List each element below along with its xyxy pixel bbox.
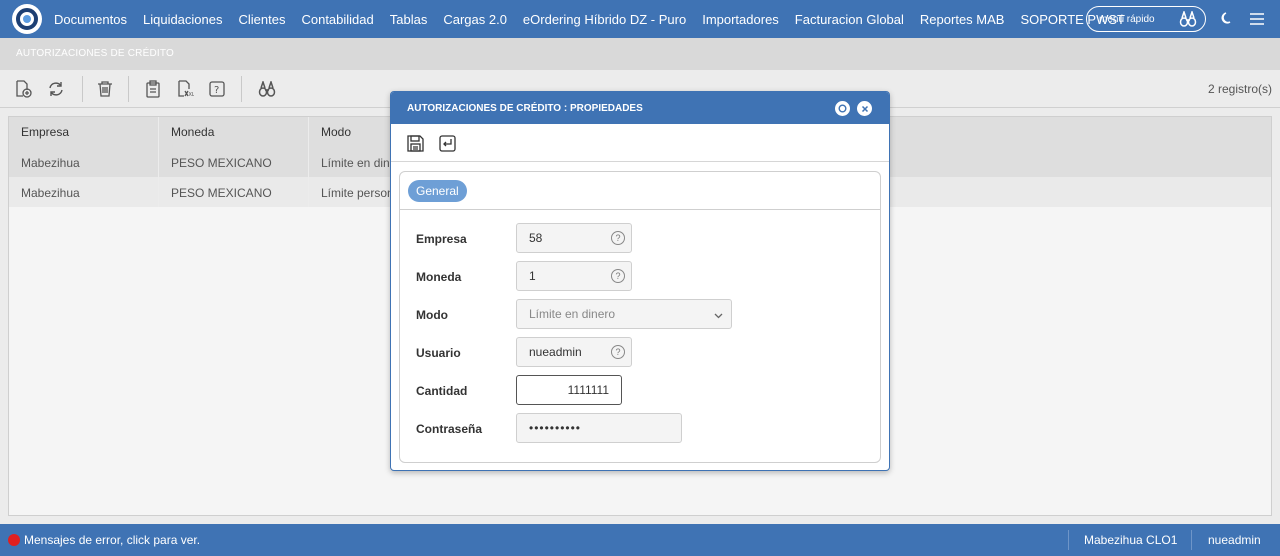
- column-header-moneda[interactable]: Moneda: [159, 117, 309, 147]
- moneda-value: 1: [529, 269, 536, 283]
- cell-empresa: Mabezihua: [9, 147, 159, 177]
- quick-menu-button[interactable]: menú rápido: [1086, 6, 1206, 32]
- tab-general[interactable]: General: [408, 180, 467, 202]
- status-bar: Mensajes de error, click para ver. Mabez…: [0, 524, 1280, 556]
- cell-moneda: PESO MEXICANO: [159, 177, 309, 207]
- help-icon[interactable]: ?: [208, 80, 226, 98]
- save-icon[interactable]: [407, 135, 424, 155]
- modo-select[interactable]: Límite en dinero: [516, 299, 732, 329]
- user-label[interactable]: nueadmin: [1208, 533, 1261, 547]
- quick-menu-label: menú rápido: [1099, 13, 1155, 25]
- dialog-title: AUTORIZACIONES DE CRÉDITO : PROPIEDADES: [407, 103, 643, 114]
- usuario-field[interactable]: nueadmin ?: [516, 337, 632, 367]
- empresa-value: 58: [529, 231, 543, 245]
- search-binoculars-icon[interactable]: [258, 80, 276, 98]
- app-logo[interactable]: [12, 4, 42, 34]
- hamburger-menu-icon[interactable]: [1249, 12, 1265, 29]
- help-icon[interactable]: ?: [611, 231, 625, 245]
- modo-label: Modo: [416, 308, 448, 322]
- error-messages-link[interactable]: Mensajes de error, click para ver.: [24, 533, 200, 547]
- dialog-header[interactable]: AUTORIZACIONES DE CRÉDITO : PROPIEDADES: [391, 92, 889, 124]
- usuario-label: Usuario: [416, 346, 461, 360]
- refresh-icon[interactable]: [47, 80, 65, 98]
- nav-item-liquidaciones[interactable]: Liquidaciones: [143, 12, 223, 27]
- help-icon[interactable]: ?: [611, 345, 625, 359]
- usuario-value: nueadmin: [529, 345, 582, 359]
- svg-text:XLS: XLS: [189, 92, 195, 98]
- password-field[interactable]: ••••••••••: [516, 413, 682, 443]
- record-count: 2 registro(s): [1207, 82, 1272, 96]
- contrasena-label: Contraseña: [416, 422, 483, 436]
- new-document-icon[interactable]: [14, 80, 32, 98]
- nav-item-clientes[interactable]: Clientes: [239, 12, 286, 27]
- maximize-icon[interactable]: [835, 101, 850, 116]
- nav-item-cargas[interactable]: Cargas 2.0: [443, 12, 507, 27]
- empresa-label: Empresa: [416, 232, 467, 246]
- svg-text:?: ?: [214, 85, 219, 96]
- empresa-field[interactable]: 58 ?: [516, 223, 632, 253]
- moneda-field[interactable]: 1 ?: [516, 261, 632, 291]
- chevron-down-icon: [714, 309, 723, 323]
- general-panel: General Empresa 58 ? Moneda 1 ? Modo Lím…: [399, 171, 881, 463]
- moneda-label: Moneda: [416, 270, 462, 284]
- close-icon[interactable]: [857, 101, 872, 116]
- dialog-toolbar: [391, 124, 889, 162]
- company-label[interactable]: Mabezihua CLO1: [1084, 533, 1177, 547]
- properties-dialog: AUTORIZACIONES DE CRÉDITO : PROPIEDADES …: [390, 91, 890, 471]
- cantidad-label: Cantidad: [416, 384, 468, 398]
- clipboard-icon[interactable]: [144, 80, 162, 98]
- column-header-empresa[interactable]: Empresa: [9, 117, 159, 147]
- cantidad-field[interactable]: 1111111: [516, 375, 622, 405]
- top-navbar: Documentos Liquidaciones Clientes Contab…: [0, 0, 1280, 38]
- nav-item-eordering[interactable]: eOrdering Híbrido DZ - Puro: [523, 12, 686, 27]
- main-menu: Documentos Liquidaciones Clientes Contab…: [54, 0, 1141, 38]
- return-icon[interactable]: [439, 135, 456, 155]
- cell-empresa: Mabezihua: [9, 177, 159, 207]
- nav-item-facturacion[interactable]: Facturacion Global: [795, 12, 904, 27]
- help-icon[interactable]: ?: [611, 269, 625, 283]
- modo-value: Límite en dinero: [529, 307, 616, 321]
- page-header: AUTORIZACIONES DE CRÉDITO: [0, 38, 1280, 70]
- nav-item-documentos[interactable]: Documentos: [54, 12, 127, 27]
- dark-mode-icon[interactable]: [1220, 11, 1234, 28]
- page-title: AUTORIZACIONES DE CRÉDITO: [16, 48, 174, 59]
- password-value: ••••••••••: [529, 421, 582, 435]
- binoculars-icon: [1179, 9, 1197, 30]
- error-indicator-icon[interactable]: [8, 534, 20, 546]
- delete-icon[interactable]: [96, 80, 114, 98]
- nav-item-tablas[interactable]: Tablas: [390, 12, 428, 27]
- nav-item-reportes[interactable]: Reportes MAB: [920, 12, 1005, 27]
- nav-item-contabilidad[interactable]: Contabilidad: [301, 12, 373, 27]
- nav-item-importadores[interactable]: Importadores: [702, 12, 779, 27]
- export-xls-icon[interactable]: XLS: [176, 80, 194, 98]
- tab-bar: General: [400, 172, 880, 210]
- cantidad-value: 1111111: [567, 383, 609, 397]
- cell-moneda: PESO MEXICANO: [159, 147, 309, 177]
